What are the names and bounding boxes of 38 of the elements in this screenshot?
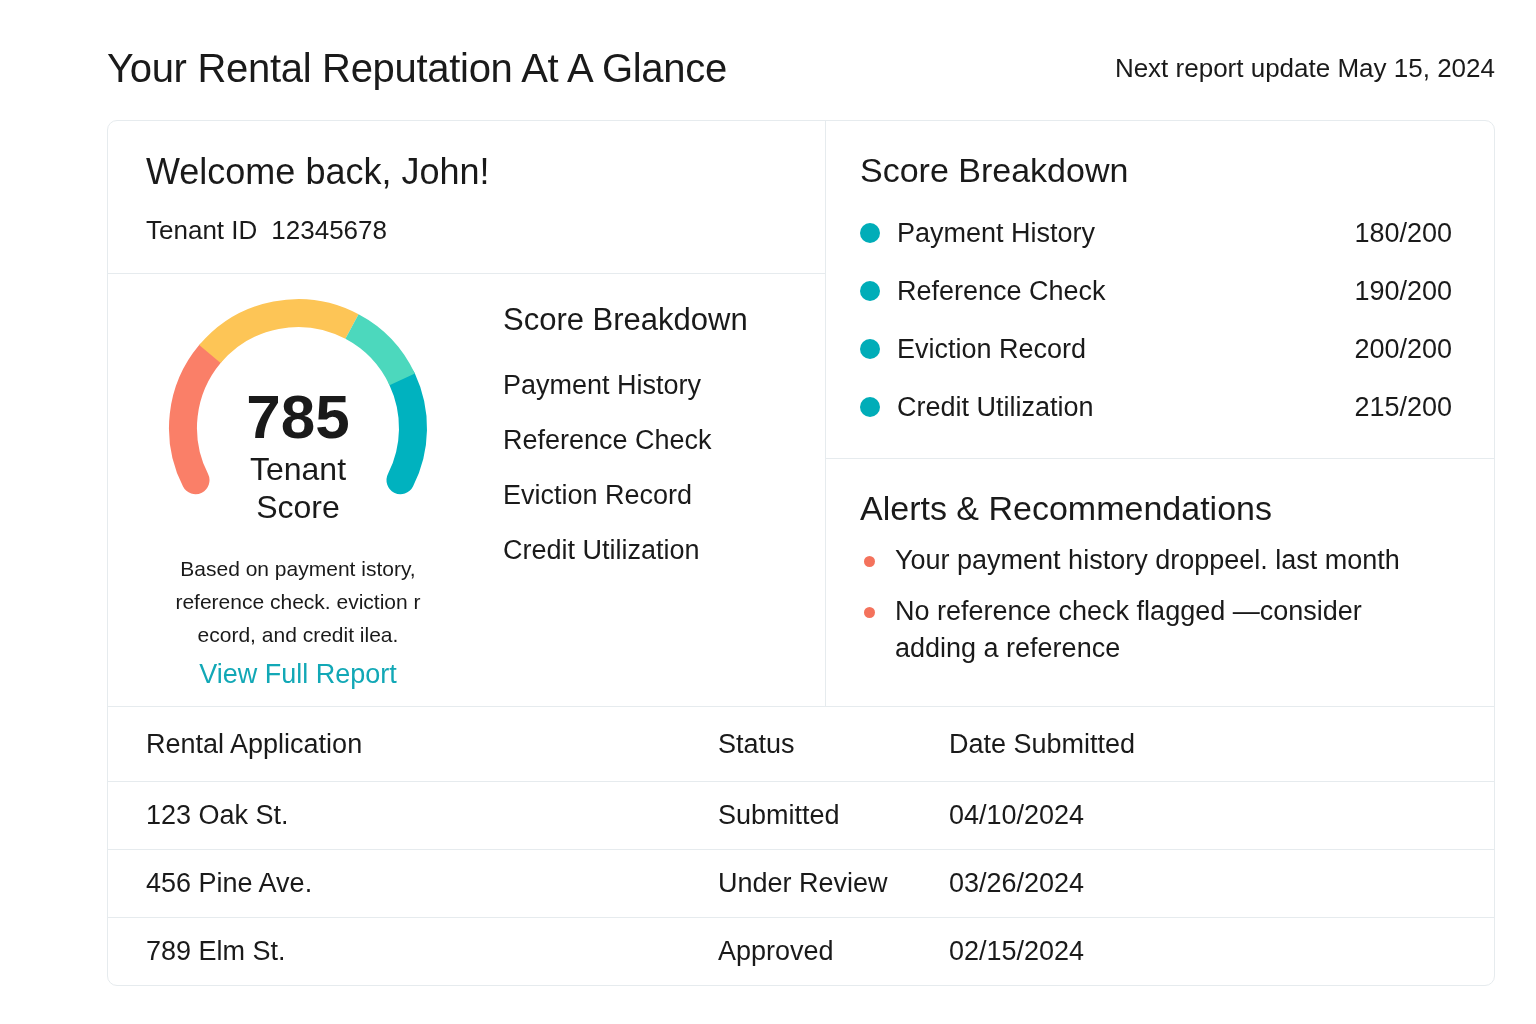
table-cell-text: Submitted <box>718 800 841 831</box>
breakdown-item: Eviction Record <box>897 333 1088 365</box>
score-value: 785 <box>245 386 351 448</box>
breakdown-item: Payment History <box>503 369 703 402</box>
table-cell-text: 123 Oak St. <box>146 800 290 831</box>
breakdown-item: Credit Utilization <box>503 534 701 567</box>
table-cell-text: Under Review <box>718 868 889 899</box>
breakdown-score: 215/200 <box>1354 391 1452 423</box>
score-label: Tenant Score <box>248 450 348 526</box>
table-cell-text: 02/15/2024 <box>949 936 1086 967</box>
breakdown-item: Reference Check <box>897 275 1107 307</box>
breakdown-score: 180/200 <box>1354 217 1452 249</box>
page-title: Your Rental Reputation At A Glance <box>107 45 727 91</box>
column-header: Date Submitted <box>949 728 1137 760</box>
table-cell-text: Approved <box>718 936 835 967</box>
alert-text: No reference check flagged —consider adding a reference <box>895 595 1363 665</box>
breakdown-score: 200/200 <box>1354 333 1452 365</box>
next-update-text: Next report update May 15, 2024 <box>1114 52 1495 84</box>
table-cell-text: 04/10/2024 <box>949 800 1086 831</box>
welcome-heading: Welcome back, John! <box>146 151 491 193</box>
breakdown-item: Eviction Record <box>503 479 694 512</box>
breakdown-item: Credit Utilization <box>897 391 1095 423</box>
breakdown-item: Reference Check <box>503 424 713 457</box>
view-full-report-link[interactable]: View Full Report <box>199 659 397 690</box>
section-heading: Score Breakdown <box>860 151 1130 190</box>
column-header: Status <box>718 728 796 760</box>
table-cell-text: 456 Pine Ave. <box>146 868 314 899</box>
section-heading: Score Breakdown <box>503 302 748 338</box>
column-header: Rental Application <box>146 728 364 760</box>
breakdown-item: Payment History <box>897 217 1097 249</box>
breakdown-score: 190/200 <box>1354 275 1452 307</box>
table-cell-text: 03/26/2024 <box>949 868 1086 899</box>
tenant-id-value: 12345678 <box>271 215 387 246</box>
score-description: Based on payment istory, reference check. eviction r ecord, and credit ilea. <box>174 556 422 648</box>
section-heading: Alerts & Recommendations <box>860 489 1273 528</box>
table-cell-text: 789 Elm St. <box>146 936 287 967</box>
alert-text: Your payment history droppeel. last month <box>895 544 1400 577</box>
tenant-id-label: Tenant ID <box>146 215 258 246</box>
